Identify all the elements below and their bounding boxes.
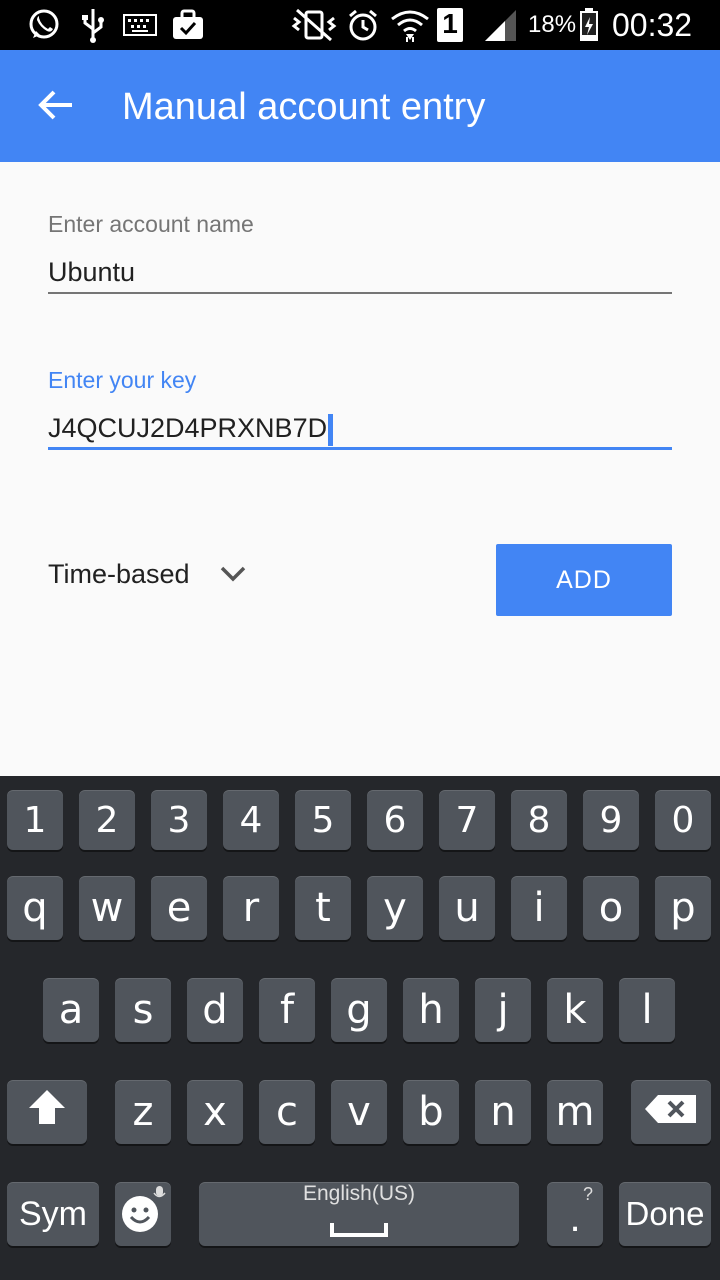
key-8[interactable]: 8 (511, 790, 567, 850)
key-1[interactable]: 1 (7, 790, 63, 850)
key-7[interactable]: 7 (439, 790, 495, 850)
key-type-value: Time-based (48, 558, 190, 589)
whatsapp-icon (24, 6, 64, 44)
key-q[interactable]: q (7, 876, 63, 940)
key-y[interactable]: y (367, 876, 423, 940)
emoji-key[interactable] (115, 1182, 171, 1246)
sim-slot-icon: 1 (436, 6, 464, 44)
key-h[interactable]: h (403, 978, 459, 1042)
key-u[interactable]: u (439, 876, 495, 940)
keyboard-icon (122, 6, 158, 44)
sym-key[interactable]: Sym (7, 1182, 99, 1246)
space-language-label: English(US) (302, 1181, 416, 1205)
backspace-key[interactable] (631, 1080, 711, 1144)
key-p[interactable]: p (655, 876, 711, 940)
key-k[interactable]: k (547, 978, 603, 1042)
key-2[interactable]: 2 (79, 790, 135, 850)
period-hint: ? (583, 1184, 594, 1204)
sim-slot-label: 1 (442, 8, 458, 39)
key-s[interactable]: s (115, 978, 171, 1042)
app-bar: Manual account entry (0, 50, 720, 162)
key-l[interactable]: l (619, 978, 675, 1042)
key-3[interactable]: 3 (151, 790, 207, 850)
account-name-label: Enter account name (48, 211, 254, 237)
key-g[interactable]: g (331, 978, 387, 1042)
key-value: J4QCUJ2D4PRXNB7D (48, 413, 328, 443)
account-name-value: Ubuntu (48, 257, 136, 287)
key-o[interactable]: o (583, 876, 639, 940)
key-field[interactable]: J4QCUJ2D4PRXNB7D (48, 406, 672, 450)
battery-icon (578, 6, 600, 44)
key-v[interactable]: v (331, 1080, 387, 1144)
key-4[interactable]: 4 (223, 790, 279, 850)
manual-entry-form: Enter account name Ubuntu Enter your key… (0, 162, 720, 776)
key-e[interactable]: e (151, 876, 207, 940)
space-bar-icon (329, 1206, 389, 1249)
key-w[interactable]: w (79, 876, 135, 940)
key-9[interactable]: 9 (583, 790, 639, 850)
backspace-icon (644, 1091, 698, 1134)
period-key[interactable]: . ? (547, 1182, 603, 1246)
vibrate-icon (290, 6, 338, 44)
key-m[interactable]: m (547, 1080, 603, 1144)
chevron-down-icon (220, 566, 246, 582)
battery-percent: 18% (528, 11, 577, 38)
usb-icon (78, 6, 108, 44)
signal-icon (482, 6, 518, 44)
key-f[interactable]: f (259, 978, 315, 1042)
key-z[interactable]: z (115, 1080, 171, 1144)
key-c[interactable]: c (259, 1080, 315, 1144)
shift-key[interactable] (7, 1080, 87, 1144)
status-bar: 1 18% 00:32 (0, 0, 720, 50)
add-button[interactable]: ADD (496, 544, 672, 616)
clock: 00:32 (612, 7, 693, 43)
key-type-dropdown[interactable]: Time-based (48, 552, 246, 596)
shift-icon (27, 1087, 67, 1137)
key-r[interactable]: r (223, 876, 279, 940)
key-a[interactable]: a (43, 978, 99, 1042)
account-name-field[interactable]: Ubuntu (48, 250, 672, 294)
key-d[interactable]: d (187, 978, 243, 1042)
page-title: Manual account entry (122, 86, 486, 128)
key-n[interactable]: n (475, 1080, 531, 1144)
text-cursor (328, 413, 334, 446)
key-0[interactable]: 0 (655, 790, 711, 850)
emoji-icon (120, 1184, 166, 1244)
back-arrow-icon (38, 89, 74, 126)
key-5[interactable]: 5 (295, 790, 351, 850)
keyboard: 1 2 3 4 5 6 7 8 9 0 q w e r t y u i o p … (0, 776, 720, 1280)
key-b[interactable]: b (403, 1080, 459, 1144)
done-key[interactable]: Done (619, 1182, 711, 1246)
alarm-icon (346, 6, 380, 44)
key-label: Enter your key (48, 367, 197, 393)
key-j[interactable]: j (475, 978, 531, 1042)
key-i[interactable]: i (511, 876, 567, 940)
key-6[interactable]: 6 (367, 790, 423, 850)
back-button[interactable] (24, 80, 88, 134)
key-t[interactable]: t (295, 876, 351, 940)
space-key[interactable]: English(US) (199, 1182, 519, 1246)
briefcase-check-icon (170, 6, 206, 44)
wifi-icon (390, 6, 430, 44)
key-x[interactable]: x (187, 1080, 243, 1144)
